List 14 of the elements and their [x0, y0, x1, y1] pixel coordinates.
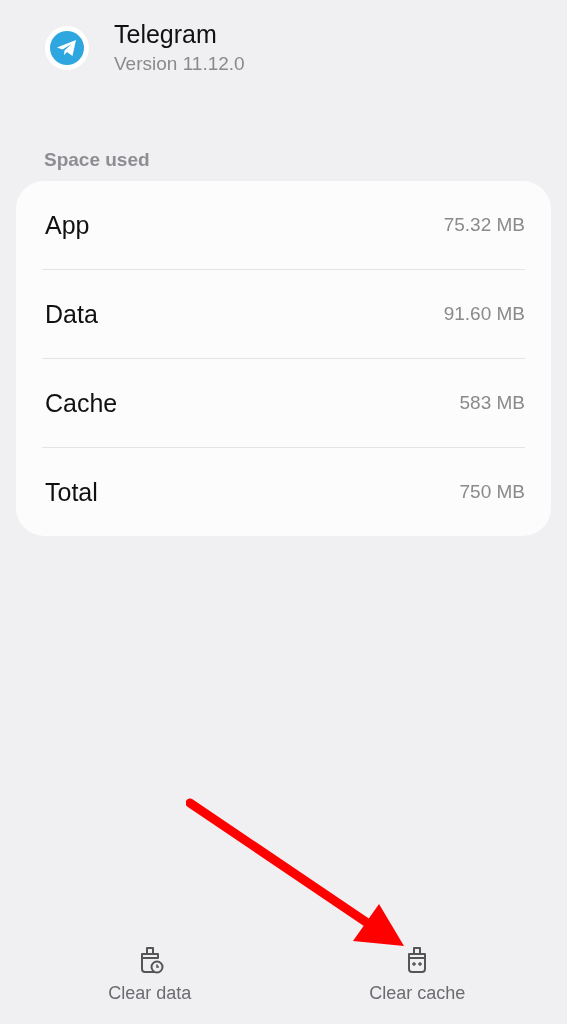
app-name: Telegram — [114, 20, 218, 49]
storage-label: Total — [44, 477, 98, 507]
clear-action-button[interactable]: Clear data — [16, 939, 284, 1010]
section-title: Space used — [44, 149, 150, 171]
storage-value: 75.32 MB — [443, 214, 525, 236]
paper-plane-logo-icon — [44, 24, 90, 71]
storage-value: 91.60 MB — [443, 303, 525, 325]
storage-label: Data — [44, 299, 98, 329]
storage-value: 583 MB — [459, 392, 525, 414]
app-version: Version 11.12.0 — [114, 53, 245, 75]
storage-value: 750 MB — [459, 481, 525, 503]
storage-label: App — [44, 210, 90, 240]
clear-action-button[interactable]: Clear cache — [283, 939, 551, 1010]
storage-label: Cache — [44, 388, 118, 418]
